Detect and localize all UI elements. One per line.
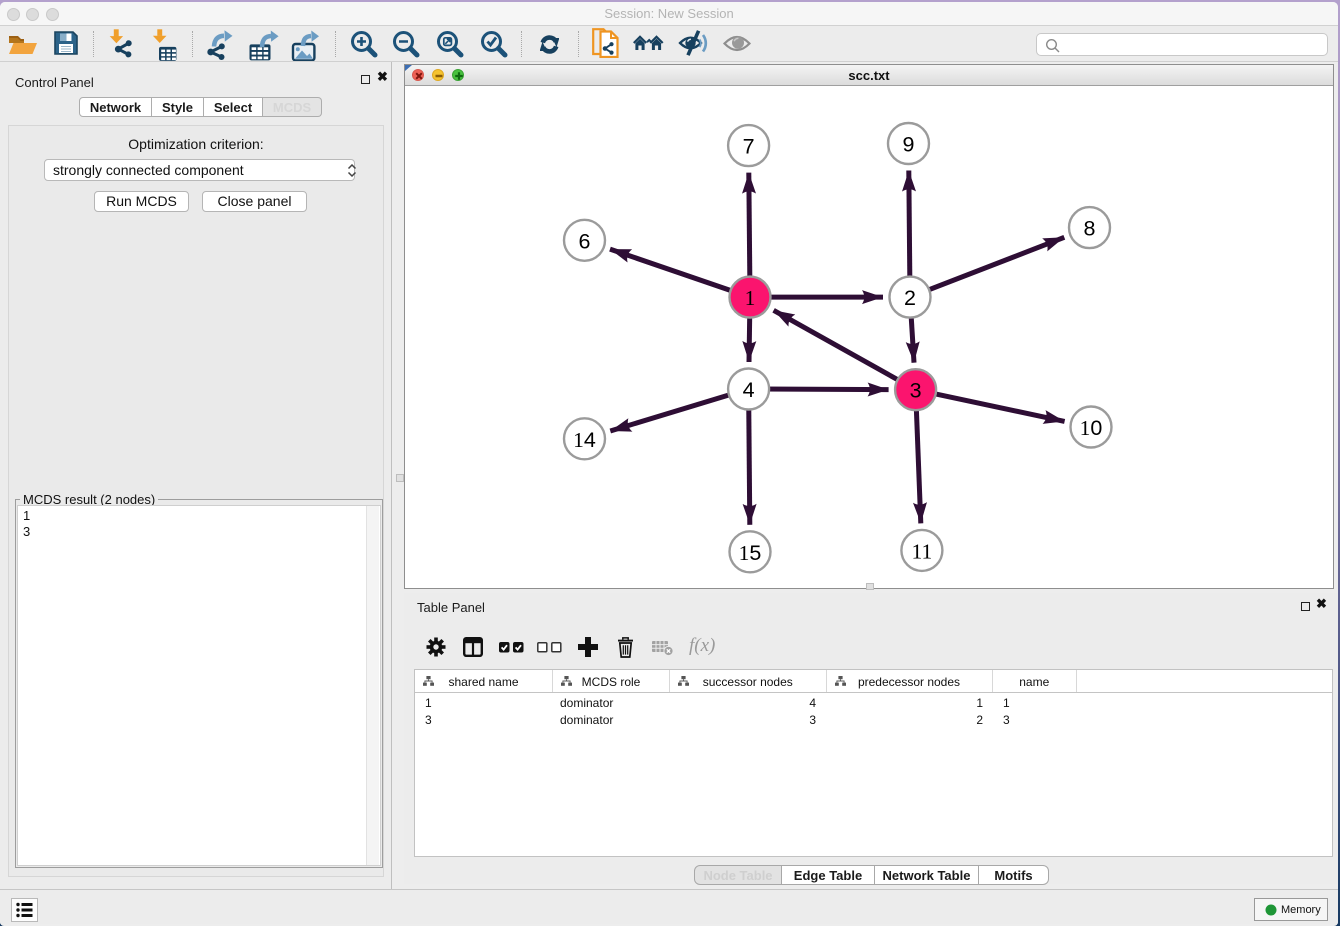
svg-text:7: 7 <box>743 135 755 159</box>
svg-text:3: 3 <box>910 379 922 403</box>
svg-text:4: 4 <box>743 378 755 402</box>
svg-text:1: 1 <box>745 286 756 310</box>
svg-text:6: 6 <box>579 229 591 253</box>
svg-text:8: 8 <box>1084 217 1096 241</box>
svg-text:15: 15 <box>739 541 762 565</box>
svg-text:11: 11 <box>912 539 933 563</box>
svg-text:9: 9 <box>903 133 915 157</box>
svg-text:10: 10 <box>1080 416 1103 440</box>
svg-text:2: 2 <box>904 286 916 310</box>
svg-text:14: 14 <box>573 428 596 452</box>
